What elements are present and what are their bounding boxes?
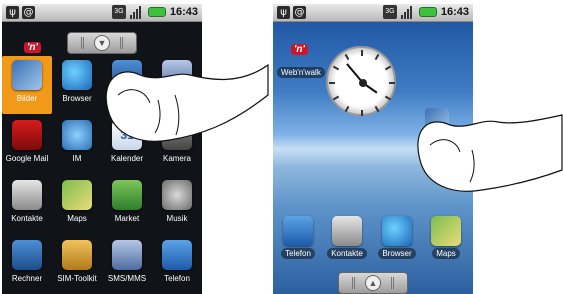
app-label: Telefon [281,248,315,259]
phone-app-drawer: ψ @ 3G 16:43 'n' ▼ Bilder Browser Google… [2,4,202,294]
app-kalender[interactable]: 31 Kalender [102,116,152,174]
shortcut-webnwalk[interactable]: Web'n'walk [277,67,325,78]
app-telefon[interactable]: Telefon [152,236,202,294]
market-icon [112,180,142,210]
app-grid: Bilder Browser Google Mail IM 31 Kalende… [2,54,202,290]
grip-icon [352,277,355,289]
app-kontakte[interactable]: Kontakte [2,176,52,234]
unknown-icon [112,60,142,90]
brand-logo-icon: 'n' [291,44,308,55]
app-label: Browser [62,94,92,103]
drawer-handle[interactable]: ▼ [67,32,137,54]
phone-icon [283,216,313,246]
status-bar[interactable]: ψ @ 3G 16:43 [273,4,473,22]
brand-logo-icon: 'n' [24,42,41,53]
gmail-icon [12,120,42,150]
calculator-icon [12,240,42,270]
dragged-pictures-icon[interactable] [425,108,449,132]
pictures-icon [12,60,42,90]
app-hidden-1[interactable] [102,56,152,114]
browser-icon [382,216,412,246]
phone-icon [162,240,192,270]
unknown-icon [162,60,192,90]
app-sim-toolkit[interactable]: SIM-Toolkit [52,236,102,294]
status-bar[interactable]: ψ @ 3G 16:43 [2,4,202,22]
signal-icon [129,5,144,19]
phone-home-screen: ψ @ 3G 16:43 'n' Web'n'walk Telefon Kont… [273,4,473,294]
app-musik[interactable]: Musik [152,176,202,234]
usb-icon: ψ [277,6,290,19]
network-3g-icon: 3G [111,5,126,19]
camera-icon [162,120,192,150]
home-app-kontakte[interactable]: Kontakte [324,216,370,264]
app-label: Kontakte [327,248,367,259]
app-market[interactable]: Market [102,176,152,234]
battery-icon [418,7,437,17]
clock-center [359,79,367,87]
contacts-icon [332,216,362,246]
home-app-maps[interactable]: Maps [423,216,469,264]
app-label: Browser [378,248,416,259]
network-3g-icon: 3G [382,5,397,19]
app-google-mail[interactable]: Google Mail [2,116,52,174]
chevron-down-icon: ▼ [94,35,110,51]
tutorial-illustration: ψ @ 3G 16:43 'n' ▼ Bilder Browser Google… [0,0,563,294]
usb-icon: ψ [6,6,19,19]
grip-icon [120,37,123,49]
analog-clock-widget[interactable] [326,46,396,116]
sim-toolkit-icon [62,240,92,270]
app-kamera[interactable]: Kamera [152,116,202,174]
drawer-handle[interactable]: ▲ [338,272,408,294]
app-im[interactable]: IM [52,116,102,174]
app-sms-mms[interactable]: SMS/MMS [102,236,152,294]
chevron-up-icon: ▲ [365,275,381,291]
app-hidden-2[interactable] [152,56,202,114]
calendar-icon: 31 [112,120,142,150]
app-label: Maps [432,248,460,259]
browser-icon [62,60,92,90]
battery-icon [147,7,166,17]
status-time: 16:43 [440,6,469,18]
maps-icon [62,180,92,210]
app-browser[interactable]: Browser [52,56,102,114]
app-label: Musik [166,214,188,223]
at-sign-icon: @ [293,6,306,19]
music-icon [162,180,192,210]
app-label: Telefon [164,274,190,283]
status-time: 16:43 [169,6,198,18]
home-app-browser[interactable]: Browser [374,216,420,264]
grip-icon [391,277,394,289]
app-bilder[interactable]: Bilder [2,56,52,114]
messaging-icon [112,240,142,270]
app-rechner[interactable]: Rechner [2,236,52,294]
home-app-telefon[interactable]: Telefon [275,216,321,264]
signal-icon [400,5,415,19]
im-icon [62,120,92,150]
grip-icon [81,37,84,49]
maps-icon [431,216,461,246]
contacts-icon [12,180,42,210]
at-sign-icon: @ [22,6,35,19]
app-label: Kamera [162,154,191,163]
app-maps[interactable]: Maps [52,176,102,234]
